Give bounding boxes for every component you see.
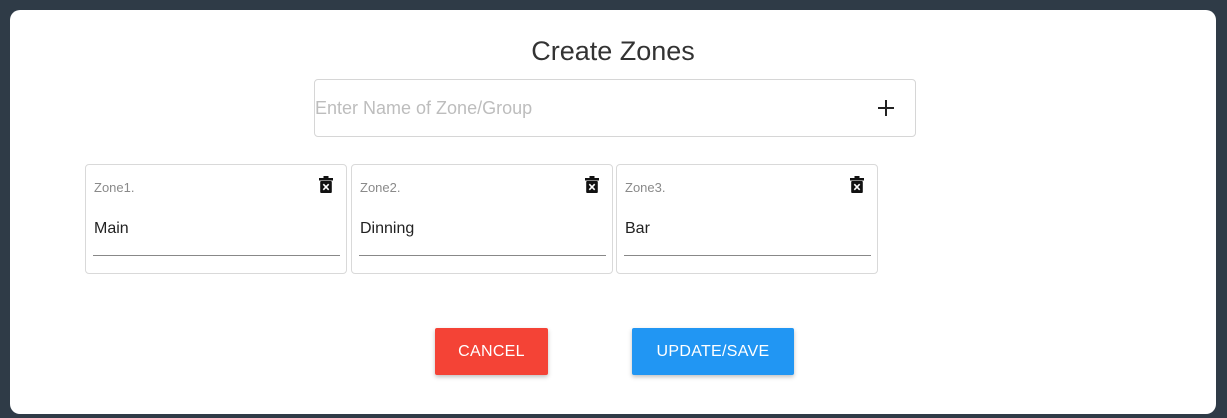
input-underline [359,255,606,256]
cancel-button[interactable]: CANCEL [435,328,548,375]
zone-name-value[interactable]: Bar [625,220,650,238]
input-underline [624,255,871,256]
dialog-title: Create Zones [531,36,695,66]
zone-name-value[interactable]: Main [94,220,129,238]
zone-card: Zone3. Bar [616,164,878,274]
create-zones-dialog: Create Zones Zone1. Main Zone2. [10,10,1216,414]
add-zone-button[interactable] [871,93,901,123]
zone-card: Zone1. Main [85,164,347,274]
delete-icon[interactable] [585,176,599,193]
zone-name-input[interactable] [315,80,855,136]
zone-label: Zone1. [94,180,135,195]
delete-icon[interactable] [319,176,333,193]
zone-name-value[interactable]: Dinning [360,220,414,238]
input-underline [93,255,340,256]
delete-icon[interactable] [850,176,864,193]
zone-label: Zone2. [360,180,401,195]
plus-icon [878,100,894,116]
zone-label: Zone3. [625,180,666,195]
update-save-button[interactable]: UPDATE/SAVE [632,328,794,375]
zone-card: Zone2. Dinning [351,164,613,274]
zone-name-field [314,79,916,137]
